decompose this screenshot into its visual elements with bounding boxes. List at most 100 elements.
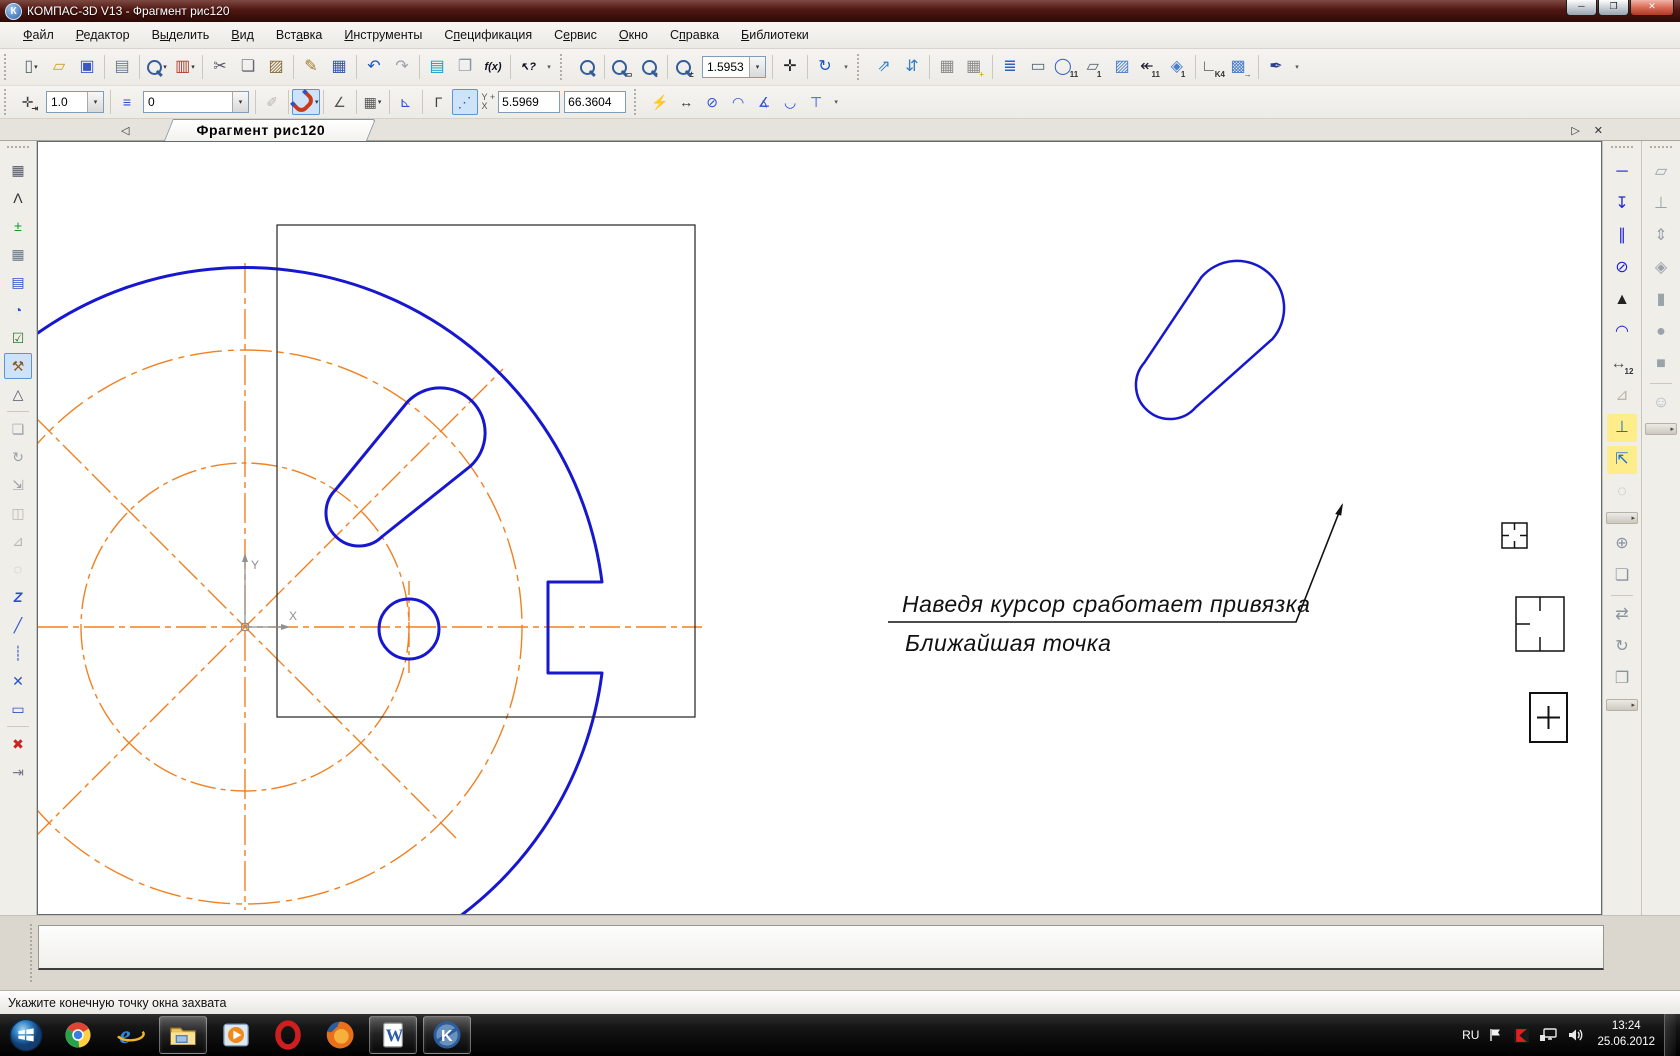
zoom-value[interactable]: 1.5953 ▾ <box>702 56 766 78</box>
panel-handle[interactable] <box>1611 146 1633 152</box>
holes-grid-add-button[interactable]: ▦ + <box>961 53 989 81</box>
coordinate-y-field[interactable]: 5.5969 <box>498 91 561 113</box>
axis-line-button[interactable]: ⇗ <box>870 53 898 81</box>
minimize-button[interactable]: ─ <box>1566 0 1597 16</box>
center-mark-button[interactable]: ▲ <box>1607 286 1637 314</box>
tool-align-button[interactable]: ⇥ <box>4 759 32 785</box>
close-button[interactable]: ✕ <box>1630 0 1674 16</box>
solid-sphere-button[interactable]: ● <box>1646 318 1676 346</box>
zoom-value-dropdown[interactable]: ▾ <box>749 57 765 77</box>
solid-cylinder-button[interactable]: ▮ <box>1646 286 1676 314</box>
menu-specification[interactable]: Спецификация <box>433 24 543 46</box>
panel-reports-button[interactable]: ▤ <box>4 269 32 295</box>
properties-button[interactable]: ▦ <box>325 53 353 81</box>
tool-delete-button[interactable]: ✖ <box>4 731 32 757</box>
windows-explorer-button[interactable] <box>159 1016 207 1054</box>
property-bar[interactable] <box>38 925 1604 970</box>
print-button[interactable]: ▤ <box>108 53 136 81</box>
paste-button[interactable]: ▨ <box>262 53 290 81</box>
step-value[interactable]: 1.0 ▾ <box>46 91 104 113</box>
collapse-strip[interactable]: ▸ <box>1606 699 1638 711</box>
coordinate-x-field[interactable]: 66.3604 <box>564 91 627 113</box>
zoom-vertical-button[interactable]: ↕ <box>636 53 664 81</box>
tool-mirror-button[interactable]: ◫ <box>4 500 32 526</box>
table-insert-button[interactable]: ▩ → <box>1227 53 1255 81</box>
round-snaps-button[interactable]: ⋰ <box>451 89 478 115</box>
rotate-part-button[interactable]: ↻ <box>1607 633 1637 661</box>
plane-angle-button[interactable]: ◈ <box>1646 254 1676 282</box>
toolbar-handle[interactable] <box>4 54 12 80</box>
menu-service[interactable]: Сервис <box>543 24 608 46</box>
arrow-designation-button[interactable]: ↞ 11 <box>1136 53 1164 81</box>
solid-box-button[interactable]: ■ <box>1646 350 1676 378</box>
layers-button[interactable]: ≡ <box>114 89 140 115</box>
datum-designation-button[interactable]: ◈ 1 <box>1164 53 1192 81</box>
new-document-button[interactable]: ▯ ▾ <box>17 53 45 81</box>
volume-tray-icon[interactable] <box>1567 1027 1584 1043</box>
what-is-tool-button[interactable]: ◌ <box>1607 478 1637 506</box>
current-layer-dropdown[interactable]: ▾ <box>232 92 248 112</box>
snaps-button[interactable]: ▾ <box>290 89 320 115</box>
leader-lines-button[interactable]: ≣ <box>996 53 1024 81</box>
refresh-image-button[interactable]: ↻ <box>811 53 839 81</box>
toolbar-handle[interactable] <box>857 54 865 80</box>
tab-scroll-right[interactable]: ▷ <box>1568 124 1582 137</box>
tool-extend-button[interactable]: ✕ <box>4 668 32 694</box>
menu-tools[interactable]: Инструменты <box>333 24 433 46</box>
panel-editing-button[interactable]: ⚒ <box>3 353 32 379</box>
stamp-sign-button[interactable]: ✒ <box>1262 53 1290 81</box>
cursor-step-button[interactable]: ✛ ⇥ <box>17 89 43 115</box>
note-designation-button[interactable]: ▭ <box>1024 53 1052 81</box>
drawing-canvas[interactable]: Y X Наведя курсор сработает привязка Бли… <box>36 141 1602 915</box>
zoom-window-button[interactable]: ▭ <box>608 53 636 81</box>
panel-measure-button[interactable]: ◔ <box>4 297 32 323</box>
network-tray-icon[interactable] <box>1539 1027 1558 1043</box>
boolean-add-button[interactable]: ⊕ <box>1607 530 1637 558</box>
copy-properties-button[interactable]: ✎ <box>297 53 325 81</box>
media-player-button[interactable] <box>216 1017 256 1053</box>
waveline-button[interactable]: ⇵ <box>898 53 926 81</box>
print-preview-button[interactable]: ▾ <box>143 53 171 81</box>
tool-clean-area-button[interactable]: ▭ <box>4 696 32 722</box>
panel-handle[interactable] <box>6 146 29 152</box>
quick-dimension-button[interactable]: ↔ 12 <box>1607 350 1637 378</box>
tool-trim-curve-button[interactable]: ╱ <box>4 612 32 638</box>
open-document-button[interactable]: ▱ <box>45 53 73 81</box>
panel-selection-button[interactable]: △ <box>4 381 32 407</box>
erase-background-button[interactable]: ✐ <box>259 89 285 115</box>
draw-line-button[interactable]: ─ <box>1607 158 1637 186</box>
menu-window[interactable]: Окно <box>608 24 659 46</box>
angle-dimension-button[interactable]: ∡ <box>751 89 777 115</box>
tab-scroll-left[interactable]: ◁ <box>118 124 132 137</box>
opera-button[interactable] <box>268 1017 308 1053</box>
current-layer[interactable]: 0 ▾ <box>143 91 249 113</box>
extrude-box-button[interactable]: ❏ <box>1607 562 1637 590</box>
datum-dimension-button[interactable]: ⊤ <box>803 89 829 115</box>
draw-point-button[interactable]: ↧ <box>1607 190 1637 218</box>
language-indicator[interactable]: RU <box>1462 1028 1479 1042</box>
local-cs-button[interactable]: ⊾ <box>393 89 419 115</box>
collapse-strip[interactable]: ▸ <box>1645 423 1677 435</box>
variables-button[interactable]: ▤ <box>423 53 451 81</box>
toolbar-handle[interactable] <box>560 54 568 80</box>
tool-handles-button[interactable]: ◌ <box>4 556 32 582</box>
hatch-designation-button[interactable]: ▨ <box>1108 53 1136 81</box>
toolbar-options-1-button[interactable]: ▾ <box>542 57 556 77</box>
library-manager-button[interactable]: ❐ <box>451 53 479 81</box>
arc-dimension-button[interactable]: ◡ <box>777 89 803 115</box>
panel-spec-button[interactable]: ▦ <box>4 241 32 267</box>
undo-button[interactable]: ↶ <box>360 53 388 81</box>
tool-scale-button[interactable]: ⇲ <box>4 472 32 498</box>
draw-arc-button[interactable]: ◠ <box>1607 318 1637 346</box>
chrome-button[interactable] <box>58 1017 98 1053</box>
position-leader-button[interactable]: ◯ 11 <box>1052 53 1080 81</box>
toolbar-options-3-button[interactable]: ▾ <box>1290 57 1304 77</box>
auto-dimension-button[interactable]: ⚡ <box>647 89 673 115</box>
save-document-button[interactable]: ▣ <box>73 53 101 81</box>
panel-parametrization-button[interactable]: ☑ <box>4 325 32 351</box>
plane-perpendicular-button[interactable]: ⊥ <box>1646 190 1676 218</box>
context-help-button[interactable]: ↖? <box>514 53 542 81</box>
toolbar-handle[interactable] <box>4 89 12 115</box>
redo-button[interactable]: ↷ <box>388 53 416 81</box>
section-designation-button[interactable]: ▱ 1 <box>1080 53 1108 81</box>
